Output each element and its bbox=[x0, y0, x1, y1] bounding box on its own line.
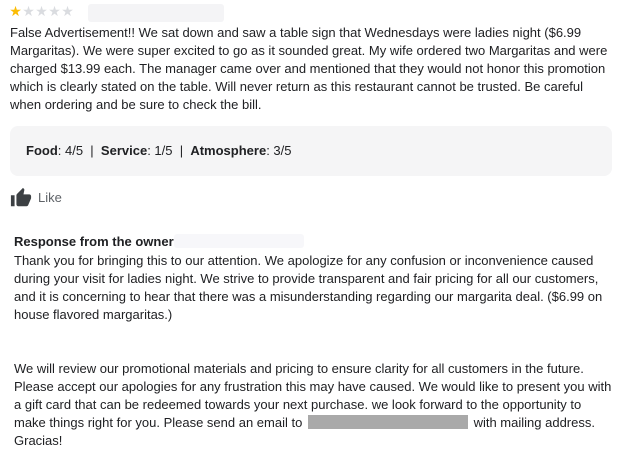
owner-response-paragraph-1: Thank you for bringing this to our atten… bbox=[14, 253, 603, 322]
ratings-separator: | bbox=[90, 143, 94, 158]
star-icon: ★ bbox=[48, 3, 61, 19]
owner-response-title: Response from the owner bbox=[14, 234, 174, 249]
ratings-separator: | bbox=[179, 143, 184, 158]
star-icon: ★ bbox=[35, 3, 48, 19]
service-value: : 1/5 bbox=[147, 143, 173, 158]
ratings-summary: Food: 4/5 | Service: 1/5 | Atmosphere: 3… bbox=[10, 126, 612, 176]
like-label: Like bbox=[38, 190, 62, 205]
food-label: Food bbox=[26, 143, 58, 158]
thumbs-up-icon bbox=[10, 187, 32, 209]
like-button[interactable]: Like bbox=[10, 186, 62, 210]
star-icon: ★ bbox=[61, 3, 74, 19]
blurred-review-date bbox=[88, 4, 224, 22]
review-text: False Advertisement!! We sat down and sa… bbox=[10, 25, 608, 112]
blurred-response-date bbox=[174, 234, 304, 248]
ratings-line: Food: 4/5 | Service: 1/5 | Atmosphere: 3… bbox=[26, 143, 292, 159]
star-rating: ★ ★ ★ ★ ★ bbox=[9, 3, 74, 19]
food-value: : 4/5 bbox=[57, 143, 84, 158]
redacted-email bbox=[307, 415, 468, 429]
star-icon: ★ bbox=[9, 3, 22, 19]
owner-response-paragraph-2: We will review our promotional materials… bbox=[14, 360, 614, 450]
atmosphere-value: : 3/5 bbox=[266, 143, 292, 158]
star-icon: ★ bbox=[22, 3, 35, 19]
atmosphere-label: Atmosphere bbox=[190, 143, 267, 158]
service-label: Service bbox=[100, 143, 148, 158]
